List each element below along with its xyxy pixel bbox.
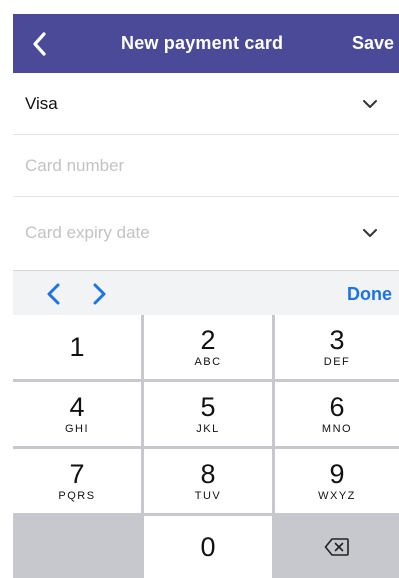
key-digit: 4 xyxy=(69,391,85,422)
card-expiry-placeholder: Card expiry date xyxy=(25,223,150,242)
key-letters: WXYZ xyxy=(318,489,356,502)
backspace-icon xyxy=(324,538,349,556)
chevron-left-icon xyxy=(33,32,46,56)
key-digit: 5 xyxy=(200,391,216,422)
key-4[interactable]: 4 GHI xyxy=(13,382,141,446)
card-number-placeholder: Card number xyxy=(25,156,125,175)
delete-key[interactable] xyxy=(275,516,399,578)
back-button[interactable] xyxy=(23,28,55,60)
chevron-down-icon xyxy=(363,229,377,237)
key-5[interactable]: 5 JKL xyxy=(144,382,272,446)
save-button[interactable]: Save xyxy=(352,33,394,54)
key-letters: DEF xyxy=(323,355,351,368)
card-type-select[interactable]: Visa xyxy=(13,73,399,135)
previous-field-button[interactable] xyxy=(43,282,65,306)
key-7[interactable]: 7 PQRS xyxy=(13,449,141,513)
key-2[interactable]: 2 ABC xyxy=(144,315,272,379)
key-digit: 2 xyxy=(200,324,216,355)
key-6[interactable]: 6 MNO xyxy=(275,382,399,446)
key-8[interactable]: 8 TUV xyxy=(144,449,272,513)
key-1[interactable]: 1 xyxy=(13,315,141,379)
key-3[interactable]: 3 DEF xyxy=(275,315,399,379)
card-expiry-select[interactable]: Card expiry date xyxy=(13,197,399,270)
key-digit: 3 xyxy=(329,324,345,355)
page-title: New payment card xyxy=(121,33,284,53)
numeric-keypad: 1 2 ABC 3 DEF 4 GHI 5 JKL 6 MNO 7 PQRS 8… xyxy=(13,315,399,578)
card-type-value: Visa xyxy=(25,94,58,113)
key-letters: JKL xyxy=(196,422,220,435)
chevron-down-icon xyxy=(363,100,377,108)
keyboard-accessory-bar: Done xyxy=(13,270,399,315)
key-digit: 7 xyxy=(69,458,85,489)
key-digit: 8 xyxy=(200,458,216,489)
app-screen: New payment card Save Visa Card number C… xyxy=(13,14,399,578)
done-button[interactable]: Done xyxy=(347,284,392,305)
empty-key xyxy=(13,516,141,578)
next-field-button[interactable] xyxy=(88,282,110,306)
key-letters: ABC xyxy=(194,355,222,368)
key-letters: GHI xyxy=(64,422,90,435)
key-9[interactable]: 9 WXYZ xyxy=(275,449,399,513)
key-0[interactable]: 0 xyxy=(144,516,272,578)
key-letters: MNO xyxy=(321,422,353,435)
key-digit: 6 xyxy=(329,391,345,422)
navigation-bar: New payment card Save xyxy=(13,14,399,73)
key-digit: 1 xyxy=(69,332,85,362)
card-number-field[interactable]: Card number xyxy=(13,135,399,197)
key-letters: PQRS xyxy=(58,489,96,502)
key-digit: 9 xyxy=(329,458,345,489)
key-letters: TUV xyxy=(194,489,222,502)
key-digit: 0 xyxy=(200,532,216,562)
